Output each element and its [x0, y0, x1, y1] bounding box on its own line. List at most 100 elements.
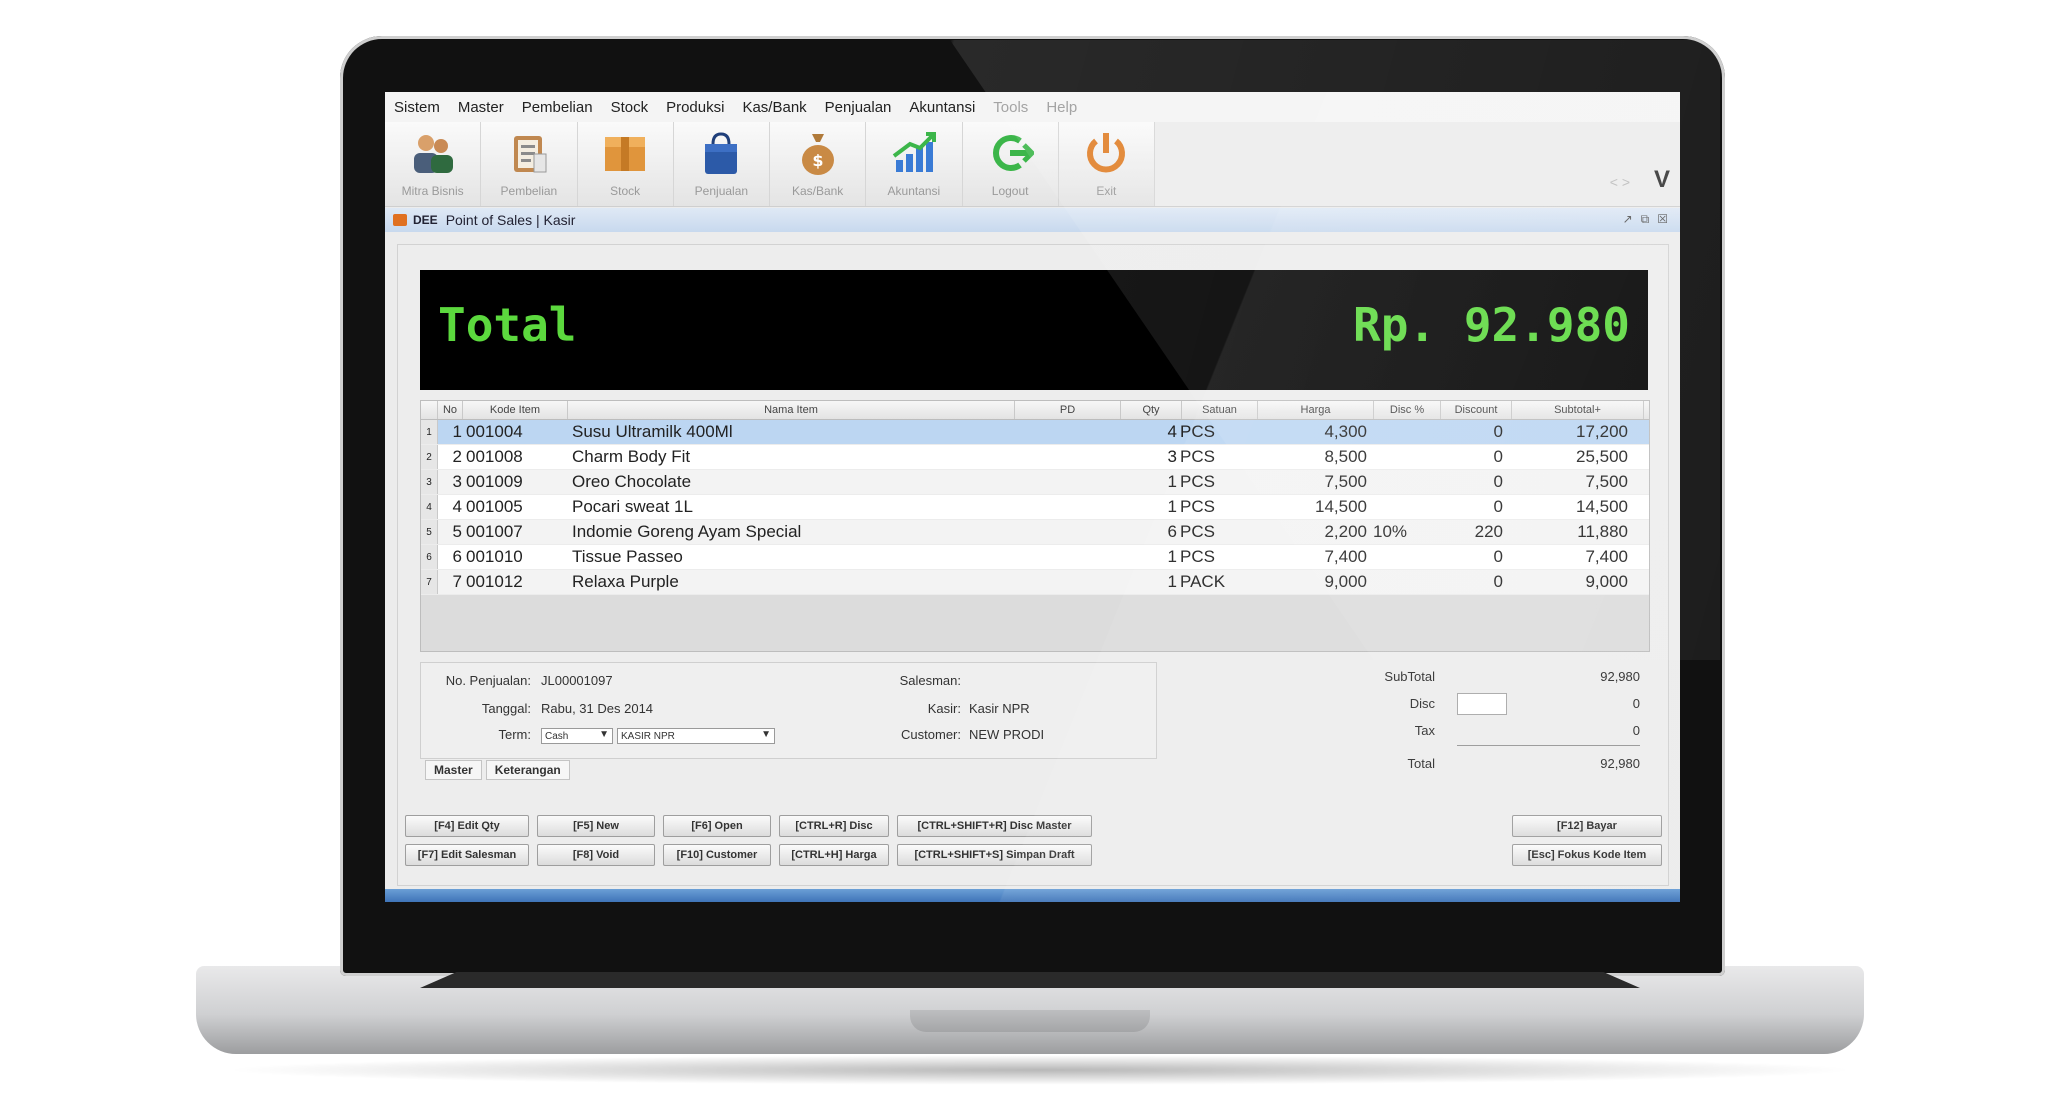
cell-discount: 0: [1493, 472, 1503, 491]
salesman-label: Salesman:: [899, 673, 961, 688]
chart-icon: [889, 128, 939, 178]
new-button[interactable]: [F5] New: [537, 815, 655, 837]
customer-value[interactable]: NEW PRODI: [969, 727, 1044, 742]
screen: Sistem Master Pembelian Stock Produksi K…: [385, 92, 1680, 902]
header-satuan[interactable]: Satuan: [1182, 401, 1258, 419]
box-icon: [600, 128, 650, 178]
cell-satuan: PCS: [1180, 422, 1215, 441]
disc-input[interactable]: [1457, 693, 1507, 715]
header-discount[interactable]: Discount: [1441, 401, 1512, 419]
customer-button[interactable]: [F10] Customer: [663, 844, 771, 866]
table-row[interactable]: 2 2 001008 Charm Body Fit 3 PCS 8,500 0 …: [421, 445, 1649, 470]
fokus-kode-item-button[interactable]: [Esc] Fokus Kode Item: [1512, 844, 1662, 866]
header-subtotal[interactable]: Subtotal+: [1512, 401, 1644, 419]
simpan-draft-button[interactable]: [CTRL+SHIFT+S] Simpan Draft: [897, 844, 1092, 866]
menu-sistem[interactable]: Sistem: [394, 99, 440, 116]
term-select[interactable]: Cash ▼: [541, 728, 613, 744]
cell-subtotal: 7,400: [1585, 547, 1628, 566]
cell-nama: Pocari sweat 1L: [572, 497, 693, 516]
table-row[interactable]: 5 5 001007 Indomie Goreng Ayam Special 6…: [421, 520, 1649, 545]
menu-kas-bank[interactable]: Kas/Bank: [742, 99, 806, 116]
sale-info-form: No. Penjualan: JL00001097 Tanggal: Rabu,…: [420, 662, 1157, 759]
bayar-button[interactable]: [F12] Bayar: [1512, 815, 1662, 837]
menu-help[interactable]: Help: [1046, 99, 1077, 116]
tab-keterangan[interactable]: Keterangan: [485, 760, 570, 780]
row-index: 2: [421, 445, 438, 469]
menu-produksi[interactable]: Produksi: [666, 99, 724, 116]
close-icon[interactable]: ☒: [1657, 212, 1668, 227]
term-value: Cash: [545, 730, 569, 742]
menu-tools[interactable]: Tools: [993, 99, 1028, 116]
kasir-select[interactable]: KASIR NPR ▼: [617, 728, 775, 744]
cell-nama: Tissue Passeo: [572, 547, 683, 566]
header-disc-percent[interactable]: Disc %: [1374, 401, 1441, 419]
window-title: Point of Sales | Kasir: [445, 212, 576, 228]
nav-arrows[interactable]: < >: [1610, 174, 1630, 190]
menu-stock[interactable]: Stock: [611, 99, 649, 116]
cell-subtotal: 9,000: [1585, 572, 1628, 591]
header-no[interactable]: No: [438, 401, 463, 419]
tanggal-value: Rabu, 31 Des 2014: [541, 701, 654, 716]
cell-discount: 0: [1493, 422, 1503, 441]
toolbar-penjualan[interactable]: Penjualan: [674, 122, 770, 206]
laptop-notch: [910, 1010, 1150, 1032]
table-row[interactable]: 4 4 001005 Pocari sweat 1L 1 PCS 14,500 …: [421, 495, 1649, 520]
header-pd[interactable]: PD: [1015, 401, 1121, 419]
menu-akuntansi[interactable]: Akuntansi: [909, 99, 975, 116]
row-index: 5: [421, 520, 438, 544]
header-kode-item[interactable]: Kode Item: [463, 401, 568, 419]
disc-button[interactable]: [CTRL+R] Disc: [779, 815, 889, 837]
cell-nama: Indomie Goreng Ayam Special: [572, 522, 802, 541]
menu-penjualan[interactable]: Penjualan: [825, 99, 892, 116]
cell-harga: 7,400: [1324, 547, 1367, 566]
cell-subtotal: 14,500: [1576, 497, 1628, 516]
toolbar-logout[interactable]: Logout: [963, 122, 1059, 206]
cell-subtotal: 11,880: [1577, 522, 1628, 541]
disc-master-button[interactable]: [CTRL+SHIFT+R] Disc Master: [897, 815, 1092, 837]
cell-kode: 001005: [466, 497, 523, 516]
toolbar-pembelian[interactable]: Pembelian: [481, 122, 578, 206]
toolbar-mitra-bisnis[interactable]: Mitra Bisnis: [385, 122, 482, 206]
app-logo-icon: [393, 214, 407, 226]
header-nama-item[interactable]: Nama Item: [568, 401, 1015, 419]
summary-total-value: 92,980: [1600, 756, 1640, 771]
toolbar-akuntansi[interactable]: Akuntansi: [866, 122, 963, 206]
toolbar-label: Stock: [610, 184, 641, 198]
logout-icon: [985, 128, 1035, 178]
open-button[interactable]: [F6] Open: [663, 815, 771, 837]
harga-button[interactable]: [CTRL+H] Harga: [779, 844, 889, 866]
table-row[interactable]: 3 3 001009 Oreo Chocolate 1 PCS 7,500 0 …: [421, 470, 1649, 495]
menu-master[interactable]: Master: [458, 99, 504, 116]
header-qty[interactable]: Qty: [1121, 401, 1182, 419]
cell-harga: 8,500: [1324, 447, 1367, 466]
toolbar-kas-bank[interactable]: $ Kas/Bank: [770, 122, 867, 206]
v-button[interactable]: V: [1654, 166, 1670, 194]
edit-qty-button[interactable]: [F4] Edit Qty: [405, 815, 529, 837]
void-button[interactable]: [F8] Void: [537, 844, 655, 866]
table-row[interactable]: 1 1 001004 Susu Ultramilk 400Ml 4 PCS 4,…: [421, 420, 1649, 445]
shopping-bag-icon: [696, 128, 746, 178]
laptop-shadow: [220, 1055, 1860, 1085]
chevron-down-icon: ▼: [761, 729, 771, 740]
row-index: 6: [421, 545, 438, 569]
cell-qty: 1: [1167, 572, 1177, 591]
table-row[interactable]: 7 7 001012 Relaxa Purple 1 PACK 9,000 0 …: [421, 570, 1649, 595]
header-harga[interactable]: Harga: [1258, 401, 1374, 419]
cell-satuan: PCS: [1180, 497, 1215, 516]
menu-pembelian[interactable]: Pembelian: [522, 99, 593, 116]
cell-satuan: PCS: [1180, 522, 1215, 541]
cell-kode: 001007: [466, 522, 523, 541]
table-row[interactable]: 6 6 001010 Tissue Passeo 1 PCS 7,400 0 7…: [421, 545, 1649, 570]
cell-satuan: PCS: [1180, 472, 1215, 491]
cell-harga: 14,500: [1315, 497, 1367, 516]
toolbar-label: Akuntansi: [887, 184, 941, 198]
edit-salesman-button[interactable]: [F7] Edit Salesman: [405, 844, 529, 866]
toolbar-exit[interactable]: Exit: [1059, 122, 1155, 206]
restore-icon[interactable]: ⧉: [1641, 212, 1650, 227]
cell-harga: 9,000: [1324, 572, 1367, 591]
minimize-icon[interactable]: ↗: [1623, 212, 1633, 227]
cell-qty: 1: [1167, 497, 1177, 516]
totals-summary: SubTotal 92,980 Disc 0 Tax 0 Total 92,98…: [1245, 667, 1665, 777]
toolbar-stock[interactable]: Stock: [578, 122, 674, 206]
tab-master[interactable]: Master: [425, 760, 482, 780]
